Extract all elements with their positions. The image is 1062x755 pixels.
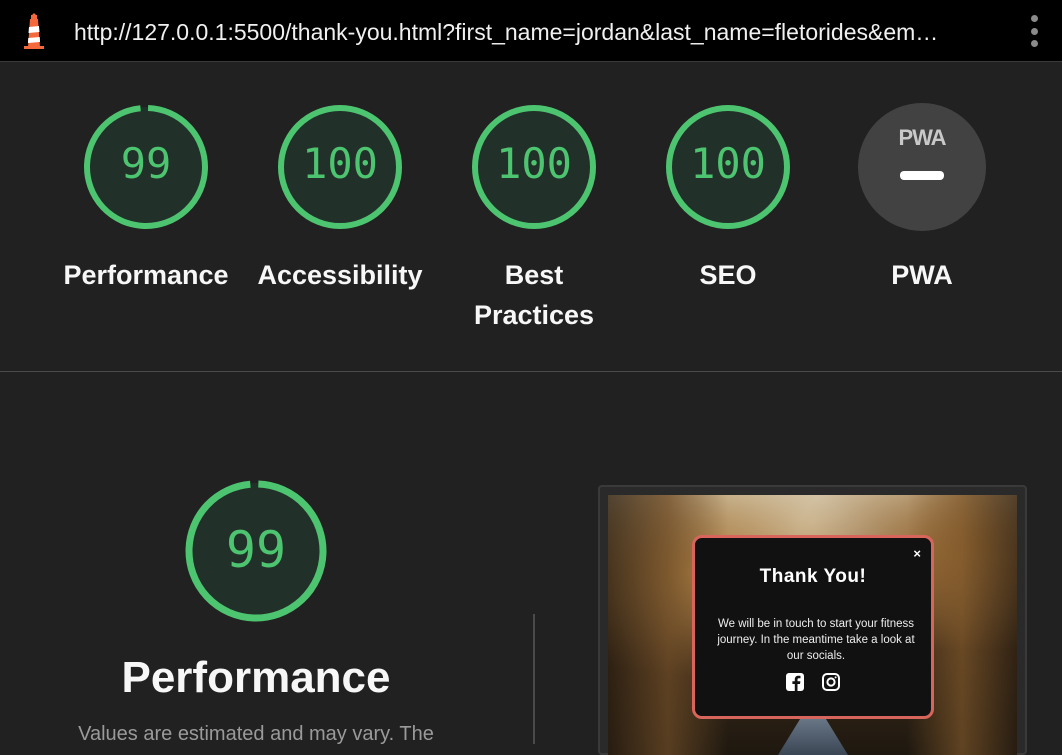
score-summary: 99 Performance 100 Accessibility 100 Bes… — [0, 63, 1062, 372]
performance-section: 99 Performance Values are estimated and … — [0, 373, 1062, 755]
url-bar[interactable]: http://127.0.0.1:5500/thank-you.html?fir… — [74, 17, 994, 47]
gauge-score: 99 — [120, 139, 172, 188]
pwa-logo-icon: PWA — [898, 125, 946, 150]
vertical-divider — [533, 614, 535, 744]
gauge-label: PWA — [891, 260, 953, 290]
gauge-performance[interactable]: 99 Performance — [49, 103, 243, 295]
performance-title: Performance — [121, 653, 391, 702]
gauge-score: 100 — [496, 139, 572, 188]
modal-title: Thank You! — [759, 566, 867, 587]
road-image — [778, 715, 848, 755]
toolbar: http://127.0.0.1:5500/thank-you.html?fir… — [0, 0, 1062, 62]
gauge-accessibility[interactable]: 100 Accessibility — [243, 103, 437, 295]
gauge-best-practices[interactable]: 100 Best Practices — [437, 103, 631, 335]
not-applicable-dash-icon — [900, 171, 944, 180]
gauge-score: 100 — [302, 139, 378, 188]
lighthouse-icon — [24, 13, 44, 49]
gauge-label: Performance — [63, 260, 229, 290]
performance-description: Values are estimated and may vary. The — [78, 723, 434, 745]
performance-gauge: 99 — [184, 479, 328, 623]
gauge-label: Accessibility — [257, 260, 423, 290]
gauge-label: SEO — [699, 260, 757, 290]
gauge-score: 100 — [690, 139, 766, 188]
gauge-label: Best Practices — [473, 260, 595, 330]
social-links — [695, 672, 931, 692]
instagram-icon — [822, 673, 840, 691]
kebab-menu-icon[interactable] — [1020, 12, 1048, 50]
pwa-badge: PWA — [858, 103, 986, 231]
close-icon: × — [913, 546, 921, 561]
final-screenshot[interactable]: × Thank You! We will be in touch to star… — [598, 485, 1027, 755]
modal-text: We will be in touch to start your fitnes… — [717, 618, 915, 662]
gauge-seo[interactable]: 100 SEO — [631, 103, 825, 295]
gauge-pwa[interactable]: PWA PWA — [825, 103, 1019, 295]
performance-score: 99 — [225, 521, 287, 579]
page-screenshot-image: × Thank You! We will be in touch to star… — [608, 495, 1017, 755]
thank-you-modal: × Thank You! We will be in touch to star… — [692, 535, 934, 719]
facebook-icon — [786, 673, 804, 691]
